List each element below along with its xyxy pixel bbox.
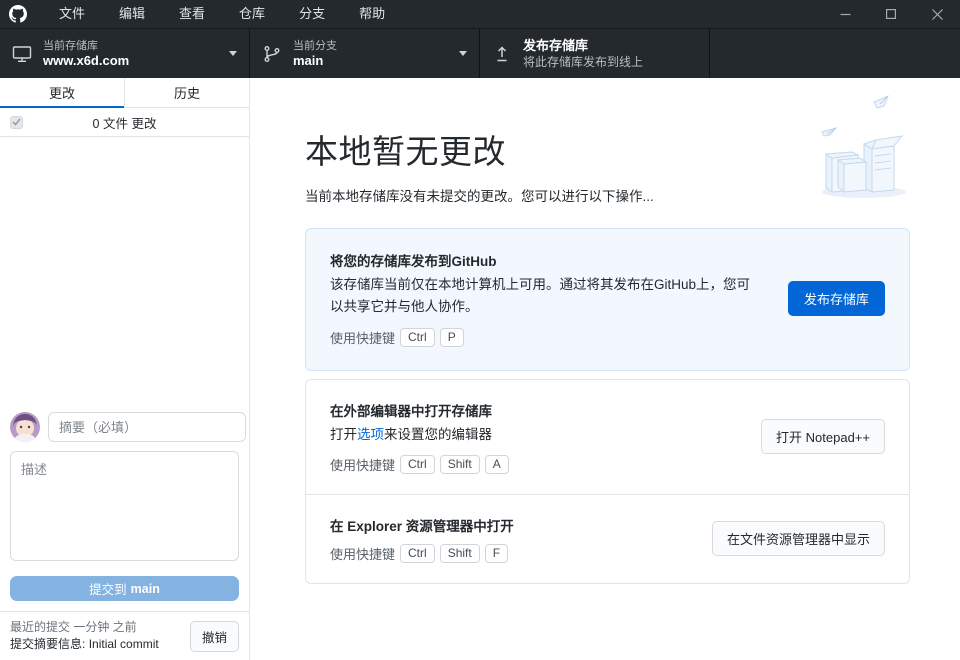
editor-card-title: 在外部编辑器中打开存储库 [330, 400, 733, 420]
monitor-icon [12, 44, 32, 64]
publish-card: 将您的存储库发布到GitHub 该存储库当前仅在本地计算机上可用。通过将其发布在… [305, 228, 910, 371]
sidebar: 更改 历史 0 文件 更改 [0, 78, 250, 660]
recent-commit-summary-value: Initial commit [89, 637, 159, 651]
maximize-button[interactable] [868, 0, 914, 28]
publish-repository-toolbar-button[interactable]: 发布存储库 将此存储库发布到线上 [480, 29, 710, 78]
menu-help[interactable]: 帮助 [342, 0, 402, 28]
recent-commit-time: 最近的提交 一分钟 之前 [10, 619, 190, 636]
suggested-actions: 将您的存储库发布到GitHub 该存储库当前仅在本地计算机上可用。通过将其发布在… [305, 228, 910, 584]
current-repository-dropdown[interactable]: 当前存储库 www.x6d.com [0, 29, 250, 78]
recent-commit-bar: 最近的提交 一分钟 之前 提交摘要信息: Initial commit 撤销 [0, 611, 249, 660]
menu-view[interactable]: 查看 [162, 0, 222, 28]
menu-branch[interactable]: 分支 [282, 0, 342, 28]
explorer-card-shortcut: 使用快捷键 Ctrl Shift F [330, 544, 684, 563]
publish-repository-title: 发布存储库 [523, 38, 643, 54]
open-in-explorer-card: 在 Explorer 资源管理器中打开 使用快捷键 Ctrl Shift F 在… [306, 494, 909, 583]
main-panel: 本地暂无更改 当前本地存储库没有未提交的更改。您可以进行以下操作... 将您的存… [250, 78, 960, 660]
description-input[interactable] [10, 451, 239, 561]
commit-button[interactable]: 提交到 main [10, 576, 239, 601]
shortcut-label: 使用快捷键 [330, 328, 395, 347]
current-repository-value: www.x6d.com [43, 53, 129, 69]
current-repository-label: 当前存储库 [43, 39, 129, 53]
publish-repository-subtitle: 将此存储库发布到线上 [523, 54, 643, 70]
current-branch-value: main [293, 53, 337, 69]
menu-file[interactable]: 文件 [42, 0, 102, 28]
editor-card-shortcut: 使用快捷键 Ctrl Shift A [330, 455, 733, 474]
recent-commit-summary-label: 提交摘要信息: [10, 637, 85, 651]
content: 更改 历史 0 文件 更改 [0, 78, 960, 660]
explorer-card-title: 在 Explorer 资源管理器中打开 [330, 515, 684, 535]
undo-button[interactable]: 撤销 [190, 621, 239, 652]
key-ctrl: Ctrl [400, 455, 435, 474]
commit-form: 提交到 main [0, 402, 249, 611]
key-shift: Shift [440, 544, 480, 563]
files-changed-row: 0 文件 更改 [0, 108, 249, 137]
key-shift: Shift [440, 455, 480, 474]
git-branch-icon [262, 44, 282, 64]
shortcut-label: 使用快捷键 [330, 544, 395, 563]
show-in-explorer-button[interactable]: 在文件资源管理器中显示 [712, 521, 885, 556]
close-button[interactable] [914, 0, 960, 28]
open-editor-button[interactable]: 打开 Notepad++ [761, 419, 885, 454]
publish-repository-button[interactable]: 发布存储库 [788, 281, 885, 316]
commit-button-prefix: 提交到 [89, 579, 127, 598]
publish-card-shortcut: 使用快捷键 Ctrl P [330, 328, 760, 347]
key-p: P [440, 328, 464, 347]
menu-edit[interactable]: 编辑 [102, 0, 162, 28]
chevron-down-icon [229, 51, 237, 56]
files-changed-label: 0 文件 更改 [0, 113, 249, 132]
boxes-illustration [814, 92, 910, 200]
editor-card-body-pre: 打开 [330, 427, 357, 442]
changes-empty-area [0, 137, 249, 402]
avatar [10, 412, 40, 442]
open-in-editor-card: 在外部编辑器中打开存储库 打开选项来设置您的编辑器 使用快捷键 Ctrl Shi… [306, 380, 909, 494]
current-branch-label: 当前分支 [293, 39, 337, 53]
toolbar: 当前存储库 www.x6d.com 当前分支 main 发布存储库 将此存储库发… [0, 28, 960, 78]
publish-card-title: 将您的存储库发布到GitHub [330, 250, 760, 270]
key-a: A [485, 455, 509, 474]
chevron-down-icon [459, 51, 467, 56]
summary-input[interactable] [48, 412, 246, 442]
shortcut-label: 使用快捷键 [330, 455, 395, 474]
titlebar: 文件 编辑 查看 仓库 分支 帮助 [0, 0, 960, 28]
sidebar-tabs: 更改 历史 [0, 78, 249, 108]
github-logo-icon [9, 5, 27, 23]
options-link[interactable]: 选项 [357, 427, 384, 442]
key-f: F [485, 544, 508, 563]
key-ctrl: Ctrl [400, 544, 435, 563]
minimize-button[interactable] [822, 0, 868, 28]
commit-button-branch: main [131, 582, 160, 596]
editor-card-body-post: 来设置您的编辑器 [384, 427, 492, 442]
current-branch-dropdown[interactable]: 当前分支 main [250, 29, 480, 78]
key-ctrl: Ctrl [400, 328, 435, 347]
open-actions-group: 在外部编辑器中打开存储库 打开选项来设置您的编辑器 使用快捷键 Ctrl Shi… [305, 379, 910, 584]
upload-icon [492, 44, 512, 64]
tab-history[interactable]: 历史 [124, 78, 249, 107]
app-window: 文件 编辑 查看 仓库 分支 帮助 当前存储库 www.x6d.com [0, 0, 960, 660]
menu-repository[interactable]: 仓库 [222, 0, 282, 28]
tab-changes[interactable]: 更改 [0, 78, 124, 107]
publish-card-body: 该存储库当前仅在本地计算机上可用。通过将其发布在GitHub上，您可以共享它并与… [330, 274, 760, 319]
